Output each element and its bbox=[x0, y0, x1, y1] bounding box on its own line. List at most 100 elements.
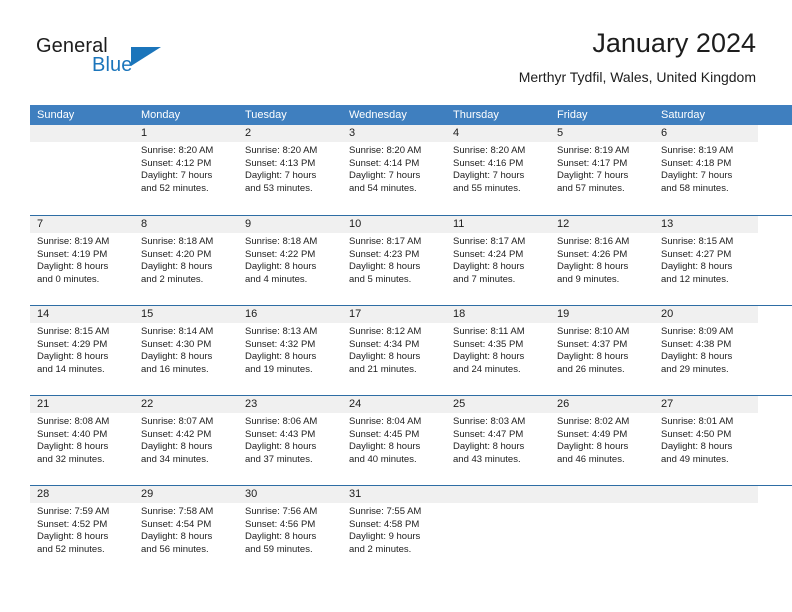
day-cell[interactable]: 30 Sunrise: 7:56 AM Sunset: 4:56 PM Dayligh… bbox=[238, 485, 342, 556]
day-info-line: Sunrise: 8:04 AM bbox=[349, 416, 422, 427]
day-cell[interactable]: 10 Sunrise: 8:17 AM Sunset: 4:23 PM Dayligh… bbox=[342, 215, 446, 286]
day-cell[interactable]: 18 Sunrise: 8:11 AM Sunset: 4:35 PM Dayligh… bbox=[446, 305, 550, 376]
weekday-header-sunday: Sunday bbox=[37, 109, 75, 121]
day-info-line: Sunset: 4:12 PM bbox=[141, 157, 212, 169]
general-blue-logo[interactable]: General Blue bbox=[36, 36, 216, 86]
day-cell[interactable]: 31 Sunrise: 7:55 AM Sunset: 4:58 PM Dayligh… bbox=[342, 485, 446, 556]
day-info-line: Daylight: 7 hours bbox=[245, 170, 317, 182]
day-info-line: Sunset: 4:27 PM bbox=[661, 248, 732, 260]
day-cell[interactable]: 12 Sunrise: 8:16 AM Sunset: 4:26 PM Dayligh… bbox=[550, 215, 654, 286]
calendar-week-row: 28 Sunrise: 7:59 AM Sunset: 4:52 PM Dayligh… bbox=[30, 485, 792, 575]
day-number: 2 bbox=[245, 127, 252, 139]
calendar-week-row: 7 Sunrise: 8:19 AM Sunset: 4:19 PM Daylight… bbox=[30, 215, 792, 305]
day-cell-empty bbox=[654, 485, 758, 556]
day-cell[interactable]: 28 Sunrise: 7:59 AM Sunset: 4:52 PM Dayligh… bbox=[30, 485, 134, 556]
day-info-line: Sunrise: 8:08 AM bbox=[37, 416, 110, 427]
day-info-line: Sunrise: 8:20 AM bbox=[245, 145, 318, 156]
day-info-line: and 46 minutes. bbox=[557, 453, 625, 465]
day-cell[interactable]: 19 Sunrise: 8:10 AM Sunset: 4:37 PM Dayligh… bbox=[550, 305, 654, 376]
day-number: 3 bbox=[349, 127, 356, 139]
day-cell[interactable]: 21 Sunrise: 8:08 AM Sunset: 4:40 PM Dayligh… bbox=[30, 395, 134, 466]
day-info-line: and 43 minutes. bbox=[453, 453, 521, 465]
day-info-line: Sunrise: 7:59 AM bbox=[37, 506, 110, 517]
day-sun-info: Sunrise: 8:20 AM Sunset: 4:13 PM Daylight:… bbox=[245, 145, 342, 195]
day-info-line: Sunset: 4:23 PM bbox=[349, 248, 420, 260]
day-sun-info: Sunrise: 8:17 AM Sunset: 4:24 PM Daylight:… bbox=[453, 236, 550, 286]
day-cell[interactable]: 20 Sunrise: 8:09 AM Sunset: 4:38 PM Dayligh… bbox=[654, 305, 758, 376]
day-info-line: Sunset: 4:30 PM bbox=[141, 338, 212, 350]
day-cell[interactable]: 5 Sunrise: 8:19 AM Sunset: 4:17 PM Daylight… bbox=[550, 125, 654, 195]
day-cell[interactable]: 29 Sunrise: 7:58 AM Sunset: 4:54 PM Dayligh… bbox=[134, 485, 238, 556]
day-number: 20 bbox=[661, 308, 674, 320]
day-sun-info: Sunrise: 8:20 AM Sunset: 4:12 PM Daylight:… bbox=[141, 145, 238, 195]
day-info-line: and 59 minutes. bbox=[245, 543, 313, 555]
day-cell[interactable]: 25 Sunrise: 8:03 AM Sunset: 4:47 PM Dayligh… bbox=[446, 395, 550, 466]
day-info-line: and 58 minutes. bbox=[661, 182, 729, 194]
day-info-line: Sunset: 4:58 PM bbox=[349, 518, 420, 530]
weekday-header-friday: Friday bbox=[557, 109, 588, 121]
day-cell[interactable]: 13 Sunrise: 8:15 AM Sunset: 4:27 PM Dayligh… bbox=[654, 215, 758, 286]
day-info-line: Daylight: 8 hours bbox=[245, 351, 317, 363]
day-cell[interactable]: 26 Sunrise: 8:02 AM Sunset: 4:49 PM Dayligh… bbox=[550, 395, 654, 466]
day-info-line: and 21 minutes. bbox=[349, 363, 417, 375]
logo-triangle-icon bbox=[131, 47, 161, 66]
day-info-line: Sunset: 4:14 PM bbox=[349, 157, 420, 169]
day-info-line: and 12 minutes. bbox=[661, 273, 729, 285]
day-info-line: Daylight: 8 hours bbox=[37, 351, 109, 363]
day-info-line: Sunset: 4:19 PM bbox=[37, 248, 108, 260]
day-info-line: Daylight: 7 hours bbox=[661, 170, 733, 182]
day-number: 1 bbox=[141, 127, 148, 139]
week-cells: 28 Sunrise: 7:59 AM Sunset: 4:52 PM Dayligh… bbox=[30, 485, 792, 556]
page-title: January 2024 bbox=[592, 28, 756, 58]
day-info-line: Sunset: 4:29 PM bbox=[37, 338, 108, 350]
day-number: 26 bbox=[557, 398, 570, 410]
day-cell[interactable]: 22 Sunrise: 8:07 AM Sunset: 4:42 PM Dayligh… bbox=[134, 395, 238, 466]
calendar-grid: Sunday Monday Tuesday Wednesday Thursday Frid… bbox=[30, 105, 792, 575]
day-info-line: Daylight: 8 hours bbox=[557, 441, 629, 453]
day-info-line: Daylight: 8 hours bbox=[141, 531, 213, 543]
day-info-line: Sunset: 4:13 PM bbox=[245, 157, 316, 169]
day-info-line: Daylight: 7 hours bbox=[349, 170, 421, 182]
day-cell[interactable]: 9 Sunrise: 8:18 AM Sunset: 4:22 PM Daylight… bbox=[238, 215, 342, 286]
day-info-line: Sunset: 4:22 PM bbox=[245, 248, 316, 260]
day-info-line: and 53 minutes. bbox=[245, 182, 313, 194]
day-cell[interactable]: 17 Sunrise: 8:12 AM Sunset: 4:34 PM Dayligh… bbox=[342, 305, 446, 376]
day-sun-info: Sunrise: 8:20 AM Sunset: 4:14 PM Daylight:… bbox=[349, 145, 446, 195]
day-cell[interactable]: 11 Sunrise: 8:17 AM Sunset: 4:24 PM Dayligh… bbox=[446, 215, 550, 286]
day-cell[interactable]: 7 Sunrise: 8:19 AM Sunset: 4:19 PM Daylight… bbox=[30, 215, 134, 286]
day-info-line: Sunrise: 8:15 AM bbox=[661, 236, 734, 247]
day-cell[interactable]: 6 Sunrise: 8:19 AM Sunset: 4:18 PM Daylight… bbox=[654, 125, 758, 195]
day-info-line: and 32 minutes. bbox=[37, 453, 105, 465]
day-cell-empty bbox=[550, 485, 654, 556]
day-cell[interactable]: 14 Sunrise: 8:15 AM Sunset: 4:29 PM Dayligh… bbox=[30, 305, 134, 376]
day-cell[interactable]: 24 Sunrise: 8:04 AM Sunset: 4:45 PM Dayligh… bbox=[342, 395, 446, 466]
day-info-line: and 7 minutes. bbox=[453, 273, 516, 285]
week-cells: 21 Sunrise: 8:08 AM Sunset: 4:40 PM Dayligh… bbox=[30, 395, 792, 466]
day-info-line: and 0 minutes. bbox=[37, 273, 100, 285]
day-info-line: Sunrise: 8:17 AM bbox=[453, 236, 526, 247]
day-cell[interactable]: 3 Sunrise: 8:20 AM Sunset: 4:14 PM Daylight… bbox=[342, 125, 446, 195]
day-number: 19 bbox=[557, 308, 570, 320]
day-sun-info: Sunrise: 8:13 AM Sunset: 4:32 PM Daylight:… bbox=[245, 326, 342, 376]
title-block: January 2024 Merthyr Tydfil, Wales, Unit… bbox=[519, 26, 756, 87]
day-cell[interactable]: 4 Sunrise: 8:20 AM Sunset: 4:16 PM Daylight… bbox=[446, 125, 550, 195]
day-sun-info: Sunrise: 8:15 AM Sunset: 4:27 PM Daylight:… bbox=[661, 236, 758, 286]
day-info-line: Sunrise: 8:17 AM bbox=[349, 236, 422, 247]
day-info-line: Sunrise: 7:56 AM bbox=[245, 506, 318, 517]
day-number: 14 bbox=[37, 308, 50, 320]
day-info-line: Sunset: 4:56 PM bbox=[245, 518, 316, 530]
day-cell[interactable]: 27 Sunrise: 8:01 AM Sunset: 4:50 PM Dayligh… bbox=[654, 395, 758, 466]
day-cell[interactable]: 8 Sunrise: 8:18 AM Sunset: 4:20 PM Daylight… bbox=[134, 215, 238, 286]
day-cell[interactable]: 16 Sunrise: 8:13 AM Sunset: 4:32 PM Dayligh… bbox=[238, 305, 342, 376]
day-sun-info: Sunrise: 8:14 AM Sunset: 4:30 PM Daylight:… bbox=[141, 326, 238, 376]
day-info-line: and 24 minutes. bbox=[453, 363, 521, 375]
day-cell[interactable]: 15 Sunrise: 8:14 AM Sunset: 4:30 PM Dayligh… bbox=[134, 305, 238, 376]
day-sun-info: Sunrise: 8:15 AM Sunset: 4:29 PM Daylight:… bbox=[37, 326, 134, 376]
day-cell[interactable]: 23 Sunrise: 8:06 AM Sunset: 4:43 PM Dayligh… bbox=[238, 395, 342, 466]
day-info-line: Daylight: 8 hours bbox=[453, 351, 525, 363]
day-cell[interactable]: 1 Sunrise: 8:20 AM Sunset: 4:12 PM Daylight… bbox=[134, 125, 238, 195]
page-subtitle: Merthyr Tydfil, Wales, United Kingdom bbox=[518, 69, 756, 85]
weekday-header-tuesday: Tuesday bbox=[245, 109, 287, 121]
day-info-line: Sunrise: 8:10 AM bbox=[557, 326, 630, 337]
day-cell[interactable]: 2 Sunrise: 8:20 AM Sunset: 4:13 PM Daylight… bbox=[238, 125, 342, 195]
